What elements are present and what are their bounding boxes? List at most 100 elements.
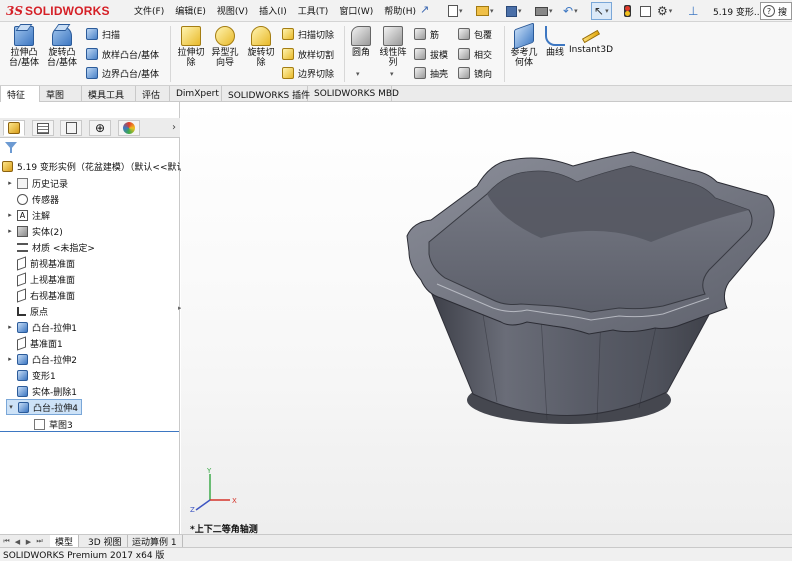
extrude-feature-icon: [17, 321, 28, 333]
fillet-button[interactable]: 圆角: [348, 26, 374, 58]
display-manager-tab[interactable]: [118, 120, 140, 136]
file-properties-button[interactable]: [640, 2, 651, 20]
tree-item-boss-extrude2[interactable]: ▸ 凸台-拉伸2: [6, 351, 77, 367]
open-button[interactable]: ▾: [476, 2, 494, 20]
expand-arrow-icon[interactable]: ▸: [6, 323, 14, 331]
revolve-cut-button[interactable]: 旋转切 除: [244, 26, 278, 68]
pin-toolbar-button[interactable]: ⊥: [688, 2, 698, 20]
expand-arrow-icon[interactable]: ▸: [6, 179, 14, 187]
tree-item-boss-extrude1[interactable]: ▸ 凸台-拉伸1: [6, 319, 77, 335]
tree-item-material[interactable]: 材质 <未指定>: [6, 239, 95, 255]
wrap-button[interactable]: 包覆: [458, 26, 492, 42]
tab-mold-tools[interactable]: 模具工具: [82, 86, 136, 102]
tab-solidworks-addins[interactable]: SOLIDWORKS 插件: [222, 86, 310, 102]
tree-item-top-plane[interactable]: 上视基准面: [6, 271, 75, 287]
print-button[interactable]: ▾: [535, 2, 553, 20]
collapse-arrow-icon[interactable]: ▾: [7, 403, 15, 411]
tree-item-solid-bodies[interactable]: ▸ 实体(2): [6, 223, 63, 239]
first-tab-arrow-icon[interactable]: ⏮: [2, 537, 11, 546]
reference-geometry-button[interactable]: 参考几 何体: [507, 22, 541, 68]
loft-boss-button[interactable]: 放样凸台/基体: [86, 46, 159, 62]
pin-menu-icon[interactable]: ↗: [420, 3, 429, 16]
menu-window[interactable]: 窗口(W): [339, 4, 373, 17]
menu-file[interactable]: 文件(F): [134, 4, 164, 17]
linear-pattern-button[interactable]: 线性阵 列: [376, 26, 410, 68]
tab-sketch[interactable]: 草图: [40, 86, 82, 102]
tree-item-origin[interactable]: 原点: [6, 303, 48, 319]
sweep-button[interactable]: 扫描: [86, 26, 120, 42]
tab-solidworks-mbd[interactable]: SOLIDWORKS MBD: [308, 86, 399, 102]
save-button[interactable]: ▾: [506, 2, 522, 20]
revolve-boss-button[interactable]: 旋转凸 台/基体: [44, 26, 80, 68]
prev-tab-arrow-icon[interactable]: ◀: [13, 537, 22, 546]
tree-item-annotations[interactable]: ▸ A 注解: [6, 207, 50, 223]
sweep-cut-icon: [282, 28, 294, 40]
menu-edit[interactable]: 编辑(E): [175, 4, 206, 17]
next-tab-arrow-icon[interactable]: ▶: [24, 537, 33, 546]
menu-tools[interactable]: 工具(T): [298, 4, 329, 17]
new-document-button[interactable]: ▾: [448, 2, 463, 20]
extrude-cut-button[interactable]: 拉伸切 除: [173, 26, 209, 68]
menu-help[interactable]: 帮助(H): [384, 4, 416, 17]
expand-arrow-icon[interactable]: ▸: [6, 211, 14, 219]
flower-pot-model[interactable]: [181, 102, 792, 534]
tree-item-label: 上视基准面: [30, 275, 76, 286]
pattern-dropdown-icon[interactable]: ▾: [390, 70, 394, 78]
hole-wizard-button[interactable]: 异型孔 向导: [209, 26, 241, 68]
plane-icon: [17, 287, 26, 303]
tree-item-deform1[interactable]: 变形1: [6, 367, 56, 383]
tab-dimxpert[interactable]: DimXpert: [170, 86, 222, 102]
tree-root-part[interactable]: 5.19 变形实例（花盆建模）（默认<<默认: [2, 158, 185, 174]
options-button[interactable]: ⚙ ▾: [657, 2, 672, 20]
property-manager-tab[interactable]: [32, 120, 54, 136]
loft-cut-button[interactable]: 放样切割: [282, 46, 334, 62]
rib-button[interactable]: 筋: [414, 26, 439, 42]
panel-scroll-right-icon[interactable]: ›: [172, 122, 176, 133]
plane-icon: [17, 335, 26, 351]
sketch-icon: [34, 418, 45, 430]
expand-arrow-icon[interactable]: ▸: [6, 227, 14, 235]
dimxpert-manager-tab[interactable]: ⊕: [89, 120, 111, 136]
instant3d-button[interactable]: Instant3D: [569, 26, 613, 55]
tree-item-label: 材质 <未指定>: [32, 243, 95, 254]
command-manager-tabs: 特征 草图 模具工具 评估 DimXpert SOLIDWORKS 插件 SOL…: [0, 86, 792, 102]
mirror-label: 镜向: [474, 69, 493, 80]
graphics-area[interactable]: ▾ ▾ ▾ ▾ ▾ ▾: [181, 102, 792, 534]
intersect-button[interactable]: 相交: [458, 46, 492, 62]
tree-item-label: 历史记录: [32, 179, 69, 190]
extrude-boss-button[interactable]: 拉伸凸 台/基体: [6, 26, 42, 68]
expand-arrow-icon[interactable]: ▸: [6, 355, 14, 363]
curves-button[interactable]: 曲线: [543, 26, 567, 58]
draft-button[interactable]: 拔模: [414, 46, 448, 62]
fillet-dropdown-icon[interactable]: ▾: [356, 70, 360, 78]
select-tool-button[interactable]: ↖ ▾: [591, 2, 612, 20]
draft-label: 拔模: [430, 50, 449, 61]
tree-item-plane1[interactable]: 基准面1: [6, 335, 63, 351]
last-tab-arrow-icon[interactable]: ⏭: [35, 537, 44, 546]
tree-item-boss-extrude4[interactable]: ▾ 凸台-拉伸4: [6, 399, 82, 415]
tab-evaluate[interactable]: 评估: [136, 86, 170, 102]
tree-item-sensors[interactable]: 传感器: [6, 191, 59, 207]
tree-item-sketch3[interactable]: 草图3: [34, 416, 73, 432]
menu-insert[interactable]: 插入(I): [259, 4, 287, 17]
boundary-boss-button[interactable]: 边界凸台/基体: [86, 65, 159, 81]
tree-filter[interactable]: [2, 140, 178, 154]
tab-features[interactable]: 特征: [0, 86, 40, 102]
mirror-button[interactable]: 镜向: [458, 65, 492, 81]
rollback-bar[interactable]: [0, 431, 179, 432]
tree-item-front-plane[interactable]: 前视基准面: [6, 255, 75, 271]
tree-item-body-delete1[interactable]: 实体-删除1: [6, 383, 77, 399]
tree-item-history[interactable]: ▸ 历史记录: [6, 175, 68, 191]
undo-button[interactable]: ↶ ▾: [563, 2, 578, 20]
tree-item-right-plane[interactable]: 右视基准面: [6, 287, 75, 303]
menu-view[interactable]: 视图(V): [217, 4, 248, 17]
sweep-cut-button[interactable]: 扫描切除: [282, 26, 334, 42]
solidworks-logo[interactable]: 3S SOLIDWORKS: [6, 3, 110, 19]
rebuild-button[interactable]: [624, 2, 631, 20]
feature-tree-tab[interactable]: [3, 120, 25, 136]
shell-button[interactable]: 抽壳: [414, 65, 448, 81]
boundary-cut-button[interactable]: 边界切除: [282, 65, 334, 81]
help-search-box[interactable]: ? 搜: [760, 2, 792, 20]
configuration-manager-tab[interactable]: [60, 120, 82, 136]
title-bar: 3S SOLIDWORKS 文件(F) 编辑(E) 视图(V) 插入(I) 工具…: [0, 0, 792, 22]
